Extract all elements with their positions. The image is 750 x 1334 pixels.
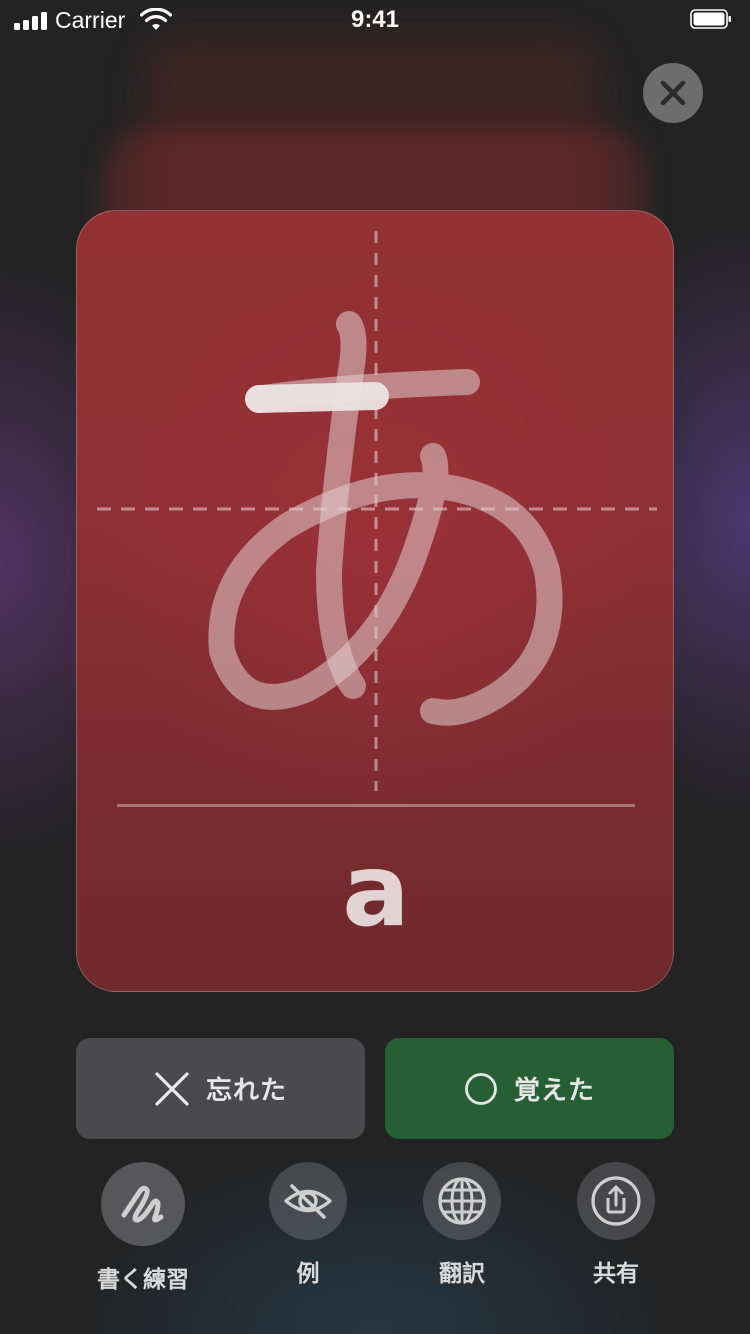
- handwriting-icon: [101, 1162, 185, 1246]
- remembered-label: 覚えた: [513, 1076, 595, 1106]
- share-button[interactable]: 共有: [541, 1162, 691, 1292]
- romaji-label: a: [342, 832, 410, 949]
- examples-label: 例: [296, 1261, 320, 1287]
- card-divider: [117, 804, 635, 807]
- translate-label: 翻訳: [439, 1261, 485, 1287]
- kana-stroke-3: [208, 443, 563, 726]
- translate-button[interactable]: 翻訳: [387, 1162, 537, 1292]
- handwriting-practice-button[interactable]: 書く練習: [68, 1162, 218, 1293]
- share-icon: [577, 1162, 655, 1240]
- share-label: 共有: [593, 1261, 639, 1287]
- close-icon: [660, 80, 686, 106]
- remembered-button[interactable]: 覚えた: [385, 1038, 674, 1139]
- eye-slash-icon: [269, 1162, 347, 1240]
- forgot-label: 忘れた: [205, 1076, 287, 1106]
- battery-icon: [690, 9, 731, 29]
- globe-icon: [423, 1162, 501, 1240]
- current-stroke: [245, 382, 389, 413]
- forgot-button[interactable]: 忘れた: [76, 1038, 365, 1139]
- close-button[interactable]: [643, 63, 703, 123]
- x-icon: [155, 1071, 189, 1106]
- flashcard[interactable]: あ a: [76, 210, 674, 992]
- status-bar: Carrier 9:41: [0, 0, 750, 40]
- examples-button[interactable]: 例: [233, 1162, 383, 1292]
- status-time: 9:41: [350, 6, 400, 33]
- handwriting-practice-label: 書く練習: [97, 1267, 189, 1293]
- circle-icon: [465, 1072, 497, 1105]
